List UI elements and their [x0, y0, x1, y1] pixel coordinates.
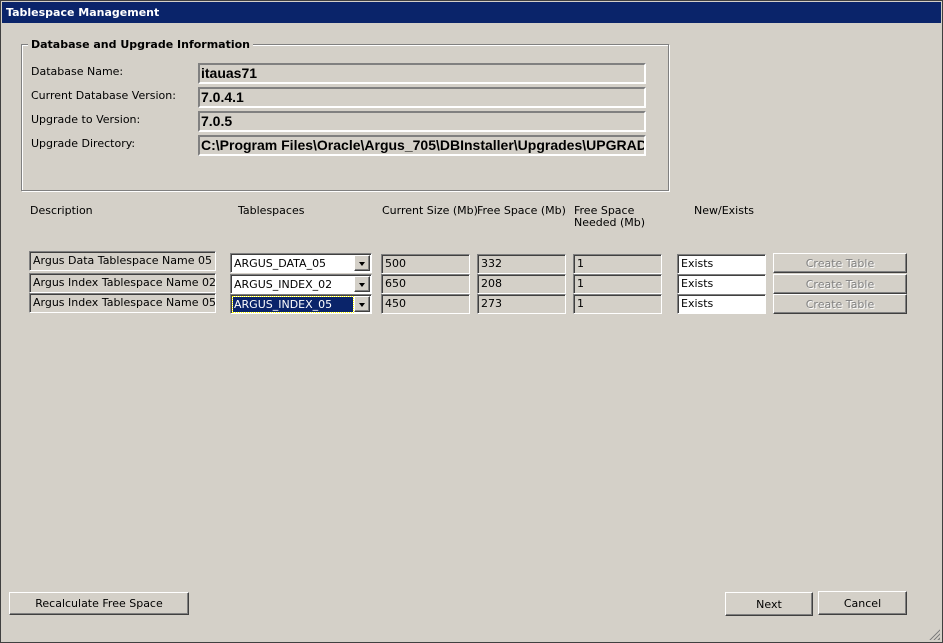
row-description: Argus Data Tablespace Name 05	[29, 251, 216, 271]
create-table-button[interactable]: Create Table	[773, 294, 907, 314]
tablespace-combo[interactable]: ARGUS_DATA_05	[230, 253, 372, 273]
col-description: Description	[30, 204, 93, 217]
tablespace-value: ARGUS_DATA_05	[234, 257, 327, 270]
upgrade-dir-field: C:\Program Files\Oracle\Argus_705\DBInst…	[198, 135, 646, 156]
cancel-button[interactable]: Cancel	[818, 591, 907, 615]
tablespace-combo[interactable]: ARGUS_INDEX_02	[230, 274, 372, 294]
group-title: Database and Upgrade Information	[28, 38, 254, 51]
free-needed-cell: 1	[573, 254, 662, 274]
db-name-field: itauas71	[198, 63, 646, 84]
dropdown-button[interactable]	[354, 276, 370, 292]
col-new-exists: New/Exists	[694, 204, 754, 217]
free-space-cell: 273	[477, 294, 566, 314]
chevron-down-icon	[359, 283, 365, 287]
free-space-cell: 208	[477, 274, 566, 294]
dropdown-button[interactable]	[354, 255, 370, 271]
current-size-cell: 450	[381, 294, 470, 314]
create-table-button[interactable]: Create Table	[773, 253, 907, 273]
current-version-field: 7.0.4.1	[198, 87, 646, 108]
db-name-label: Database Name:	[31, 65, 124, 78]
window-title: Tablespace Management	[2, 2, 941, 23]
current-size-cell: 650	[381, 274, 470, 294]
col-free-needed: Free Space Needed (Mb)	[574, 204, 646, 229]
tablespace-combo[interactable]: ARGUS_INDEX_05	[230, 294, 372, 314]
resize-grip-icon[interactable]	[928, 628, 940, 640]
col-free-space: Free Space (Mb)	[477, 204, 566, 217]
database-info-group: Database and Upgrade Information Databas…	[21, 38, 669, 191]
col-tablespaces: Tablespaces	[238, 204, 305, 217]
tablespace-value: ARGUS_INDEX_02	[234, 278, 333, 291]
upgrade-dir-label: Upgrade Directory:	[31, 137, 136, 150]
free-space-cell: 332	[477, 254, 566, 274]
recalculate-free-space-button[interactable]: Recalculate Free Space	[9, 592, 189, 615]
new-exists-field[interactable]: Exists	[677, 294, 766, 314]
new-exists-field[interactable]: Exists	[677, 254, 766, 274]
tablespace-value: ARGUS_INDEX_05	[232, 296, 354, 313]
col-current-size: Current Size (Mb)	[382, 204, 478, 217]
dropdown-button[interactable]	[354, 296, 370, 312]
tablespace-management-window: Tablespace Management Database and Upgra…	[0, 0, 943, 643]
new-exists-field[interactable]: Exists	[677, 274, 766, 294]
free-needed-cell: 1	[573, 294, 662, 314]
current-version-label: Current Database Version:	[31, 89, 176, 102]
current-size-cell: 500	[381, 254, 470, 274]
next-button[interactable]: Next	[725, 592, 813, 616]
upgrade-version-label: Upgrade to Version:	[31, 113, 141, 126]
chevron-down-icon	[359, 303, 365, 307]
row-description: Argus Index Tablespace Name 02	[29, 273, 216, 293]
chevron-down-icon	[359, 262, 365, 266]
create-table-button[interactable]: Create Table	[773, 274, 907, 294]
free-needed-cell: 1	[573, 274, 662, 294]
row-description: Argus Index Tablespace Name 05	[29, 293, 216, 313]
upgrade-version-field: 7.0.5	[198, 111, 646, 132]
